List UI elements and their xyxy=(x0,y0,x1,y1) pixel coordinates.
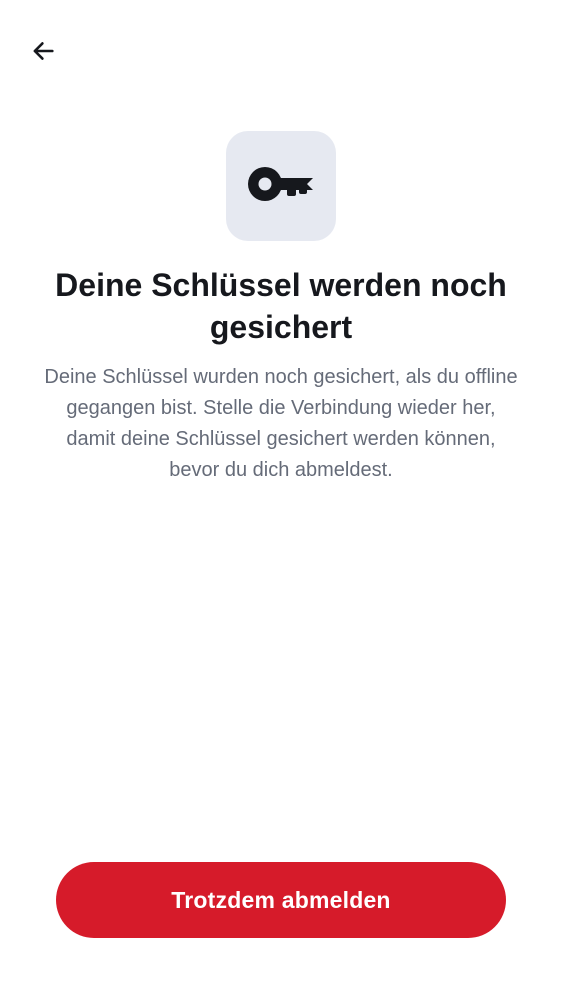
key-icon-tile xyxy=(226,131,336,241)
arrow-left-icon xyxy=(29,37,57,65)
key-icon xyxy=(247,164,315,209)
logout-anyway-button[interactable]: Trotzdem abmelden xyxy=(56,862,506,938)
page-title: Deine Schlüssel werden noch gesichert xyxy=(55,267,507,345)
back-button[interactable] xyxy=(20,28,66,74)
page-description: Deine Schlüssel wurden noch gesichert, a… xyxy=(44,366,518,481)
